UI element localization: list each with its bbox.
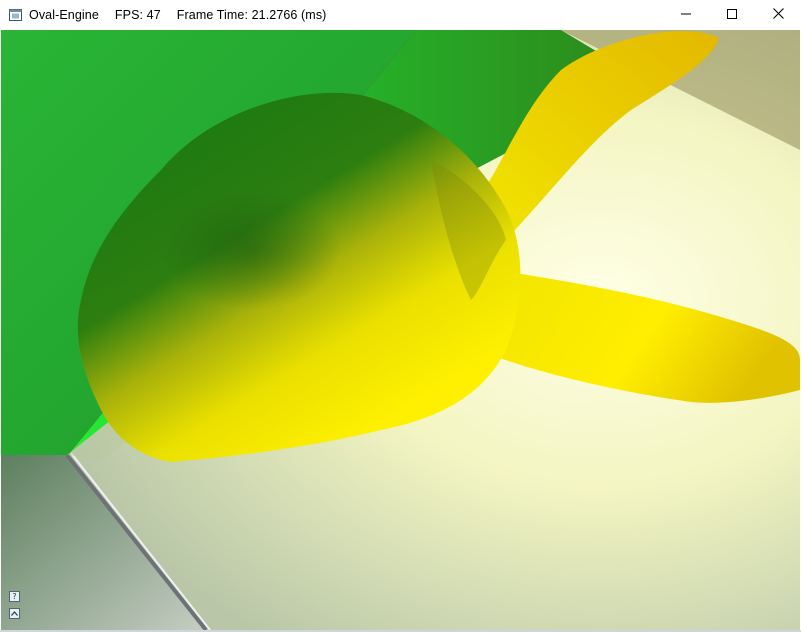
- app-window: Oval-Engine FPS: 47 Frame Time: 21.2766 …: [0, 0, 801, 632]
- help-button[interactable]: ?: [9, 591, 20, 602]
- maximize-icon: [727, 6, 737, 24]
- window-title-fps: FPS: 47: [114, 8, 161, 22]
- window-title-frame-time: Frame Time: 21.2766 (ms): [176, 8, 327, 22]
- app-window-icon: [8, 8, 22, 22]
- window-title-app-name: Oval-Engine: [29, 8, 99, 22]
- close-button[interactable]: [755, 0, 801, 30]
- minimize-button[interactable]: [663, 0, 709, 30]
- title-bar[interactable]: Oval-Engine FPS: 47 Frame Time: 21.2766 …: [0, 0, 801, 30]
- render-viewport[interactable]: [1, 30, 800, 630]
- window-controls: [663, 0, 801, 30]
- close-icon: [772, 6, 784, 24]
- minimize-icon: [681, 6, 691, 24]
- expand-button[interactable]: [9, 608, 20, 619]
- scene-canvas: [1, 30, 800, 630]
- help-icon: ?: [12, 592, 17, 601]
- maximize-button[interactable]: [709, 0, 755, 30]
- expand-up-icon: [11, 609, 18, 618]
